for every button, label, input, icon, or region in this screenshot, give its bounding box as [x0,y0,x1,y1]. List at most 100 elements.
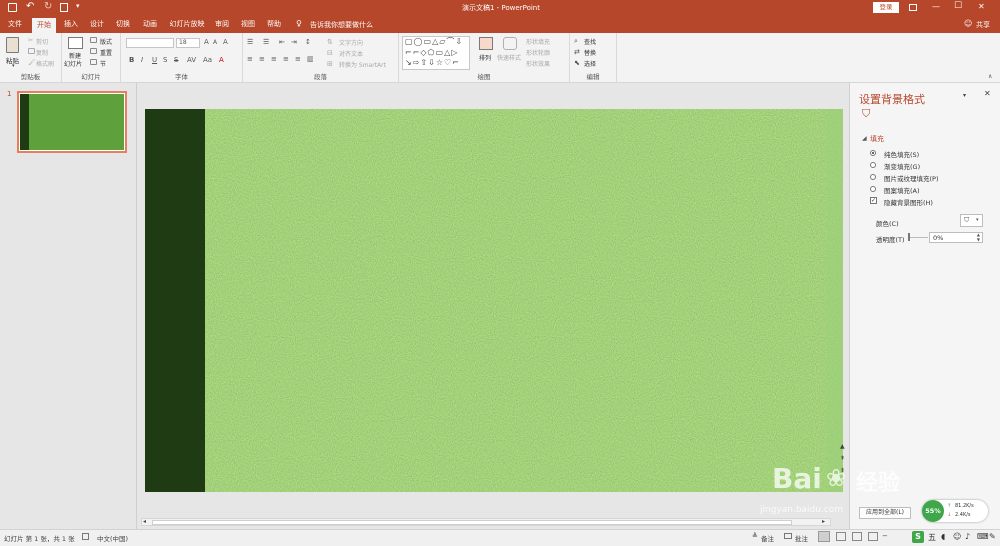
start-presentation-icon[interactable] [60,3,68,12]
grow-font-icon[interactable]: A [204,38,209,46]
increase-indent-icon[interactable]: ⇥ [291,38,297,46]
redo-icon[interactable]: ↻ [44,1,52,12]
ime-emoji-icon[interactable]: ☺ [953,532,961,541]
slide-thumbnail[interactable] [17,91,127,153]
arrange-icon[interactable] [479,37,493,50]
transparency-slider[interactable] [910,237,928,238]
undo-icon[interactable]: ↶ [26,1,34,12]
fill-bucket-icon[interactable]: ⛉ [862,107,870,121]
arrange-button[interactable]: 排列 [479,53,491,62]
cut-button[interactable]: 剪切 [36,37,48,46]
pattern-fill-option[interactable]: 图案填充(A) [866,185,996,195]
scissors-icon[interactable]: ✂ [28,37,33,44]
font-name-field[interactable] [126,38,174,48]
paste-icon[interactable] [6,37,19,53]
strikethrough-button[interactable]: S [174,56,178,64]
shape-effects-button[interactable]: 形状效果 [526,59,550,68]
font-size-field[interactable]: 18 [176,38,200,48]
login-button[interactable]: 登录 [873,2,899,13]
comments-button[interactable]: 批注 [795,533,808,543]
replace-button[interactable]: 替换 [584,48,596,57]
pattern-fill-radio[interactable] [870,186,876,192]
tab-home[interactable]: 开始 [32,18,56,33]
tab-transitions[interactable]: 切换 [112,16,134,33]
solid-fill-option[interactable]: 纯色填充(S) [866,149,996,159]
justify-icon[interactable]: ≡ [283,55,289,63]
picture-fill-radio[interactable] [870,174,876,180]
tab-insert[interactable]: 插入 [60,16,82,33]
new-slide-label-2[interactable]: 幻灯片 [64,59,82,68]
tab-file[interactable]: 文件 [4,16,26,33]
tell-me-search[interactable]: 告诉我你想要做什么 [310,20,373,30]
color-picker-button[interactable]: ⛉ ▾ [960,214,983,227]
shape-outline-button[interactable]: 形状轮廓 [526,48,550,57]
section-button[interactable]: 节 [100,59,106,68]
quick-styles-icon[interactable] [503,37,517,50]
distribute-icon[interactable]: ≡ [295,55,301,63]
prev-slide-icon[interactable]: ⇞ [840,455,845,462]
bold-button[interactable]: B [129,56,134,64]
change-case-icon[interactable]: Aa [203,56,212,64]
minimize-button[interactable]: — [932,2,940,11]
ime-icon[interactable]: S [912,531,924,543]
collapse-ribbon-icon[interactable]: ∧ [988,73,992,80]
copy-button[interactable]: 复制 [36,48,48,57]
line-spacing-icon[interactable]: ↕ [305,38,311,46]
spelling-icon[interactable] [82,533,89,540]
solid-fill-radio[interactable] [870,150,876,156]
italic-button[interactable]: I [141,56,143,64]
pane-close-icon[interactable]: ✕ [984,89,991,98]
notes-button[interactable]: 备注 [761,533,774,543]
ime-wubi-icon[interactable]: 五 [928,532,936,543]
slide-canvas[interactable] [145,109,843,492]
language-status[interactable]: 中文(中国) [97,533,128,543]
apply-to-all-button[interactable]: 应用到全部(L) [859,507,911,519]
text-direction-button[interactable]: 文字方向 [339,38,363,47]
align-text-button[interactable]: 对齐文本 [339,49,363,58]
collapse-fill-icon[interactable]: ◢ [862,135,867,142]
smartart-button[interactable]: 转换为 SmartArt [339,60,386,69]
align-right-icon[interactable]: ≡ [271,55,277,63]
paste-dropdown-icon[interactable]: ▾ [12,63,15,69]
slide-sorter-icon[interactable] [836,532,846,541]
tab-review[interactable]: 审阅 [211,16,233,33]
select-button[interactable]: 选择 [584,59,596,68]
hide-graphics-checkbox[interactable]: ✓ [870,197,877,204]
align-center-icon[interactable]: ≡ [259,55,265,63]
shadow-button[interactable]: S [163,56,167,64]
shapes-gallery[interactable]: ▢◯▭△▱⌒⇩ ⌐⌐◇⬠▭△▷ ↘⇨⇧⇩☆♡⌐ [402,36,470,70]
reset-button[interactable]: 重置 [100,48,112,57]
picture-fill-option[interactable]: 图片或纹理填充(P) [866,173,996,183]
network-speed-widget[interactable]: 55% 81.2K/s 2.4K/s ↑ ↓ [922,500,988,522]
bullets-icon[interactable]: ☰ [247,38,253,46]
horizontal-scrollbar[interactable]: ◂ ▸ [141,518,831,526]
ime-punct-icon[interactable]: ◖ [941,532,945,541]
transparency-field[interactable]: 0% ▲ ▼ [929,232,983,243]
scroll-thumb[interactable] [152,520,792,525]
normal-view-icon[interactable] [818,531,830,542]
shape-fill-button[interactable]: 形状填充 [526,37,550,46]
ribbon-display-icon[interactable] [909,4,917,11]
tab-animations[interactable]: 动画 [139,16,161,33]
tab-design[interactable]: 设计 [86,16,108,33]
ime-settings-icon[interactable]: ✎ [989,532,996,541]
scroll-right-icon[interactable]: ▸ [822,518,825,525]
quick-styles-button[interactable]: 快速样式 [497,53,521,62]
tab-help[interactable]: 帮助 [263,16,285,33]
reading-view-icon[interactable] [852,532,862,541]
layout-button[interactable]: 版式 [100,37,112,46]
pane-options-icon[interactable]: ▾ [963,92,966,99]
scroll-up-icon[interactable]: ▲ [840,443,845,450]
columns-icon[interactable]: ▥ [307,55,314,63]
scroll-left-icon[interactable]: ◂ [143,518,146,525]
decrease-indent-icon[interactable]: ⇤ [279,38,285,46]
maximize-button[interactable]: ☐ [954,1,962,11]
share-button[interactable]: 共享 [976,20,990,30]
spinner-icon[interactable]: ▲ ▼ [977,232,980,242]
clear-formatting-icon[interactable]: A [223,38,228,46]
find-button[interactable]: 查找 [584,37,596,46]
close-button[interactable]: ✕ [978,2,985,11]
char-spacing-icon[interactable]: AV [187,56,196,64]
zoom-out-icon[interactable]: − [882,532,888,540]
customize-toolbar-icon[interactable]: ▾ [76,2,80,10]
